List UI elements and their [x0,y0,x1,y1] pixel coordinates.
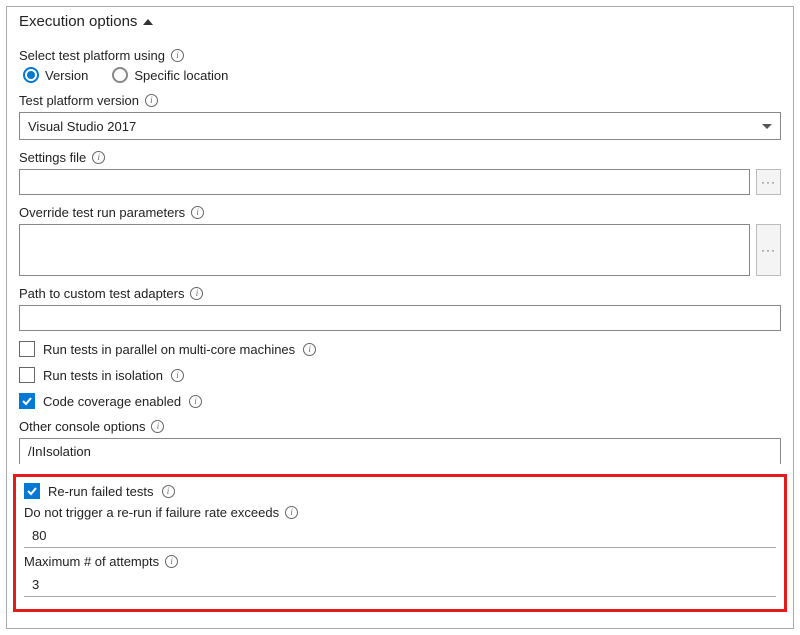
isolation-checkbox[interactable] [19,367,35,383]
radio-icon [23,67,39,83]
failure-rate-label: Do not trigger a re-run if failure rate … [24,505,279,520]
radio-icon [112,67,128,83]
platform-version-select[interactable]: Visual Studio 2017 [19,112,781,140]
rerun-label: Re-run failed tests [48,484,154,499]
failure-rate-label-row: Do not trigger a re-run if failure rate … [24,505,776,520]
section-header[interactable]: Execution options [19,13,781,38]
chevron-up-icon [143,19,153,25]
override-params-expand-button[interactable]: ··· [756,224,781,276]
settings-file-input[interactable] [19,169,750,195]
info-icon[interactable] [303,343,316,356]
section-title: Execution options [19,13,137,30]
override-params-label: Override test run parameters [19,205,185,220]
select-value: Visual Studio 2017 [28,119,136,134]
info-icon[interactable] [92,151,105,164]
info-icon[interactable] [191,206,204,219]
check-icon [26,485,38,497]
custom-adapters-label: Path to custom test adapters [19,286,184,301]
info-icon[interactable] [171,369,184,382]
info-icon[interactable] [165,555,178,568]
parallel-checkbox[interactable] [19,341,35,357]
code-coverage-row: Code coverage enabled [19,393,781,409]
override-params-input[interactable] [19,224,750,276]
isolation-row: Run tests in isolation [19,367,781,383]
override-params-label-row: Override test run parameters [19,205,781,220]
other-console-label: Other console options [19,419,145,434]
info-icon[interactable] [162,485,175,498]
max-attempts-label: Maximum # of attempts [24,554,159,569]
radio-label: Version [45,68,88,83]
code-coverage-checkbox[interactable] [19,393,35,409]
info-icon[interactable] [151,420,164,433]
custom-adapters-label-row: Path to custom test adapters [19,286,781,301]
platform-select-label: Select test platform using [19,48,165,63]
failure-rate-input[interactable]: 80 [24,524,776,548]
max-attempts-label-row: Maximum # of attempts [24,554,776,569]
platform-version-label-row: Test platform version [19,93,781,108]
radio-version[interactable]: Version [23,67,88,83]
custom-adapters-input[interactable] [19,305,781,331]
parallel-row: Run tests in parallel on multi-core mach… [19,341,781,357]
platform-radio-group: Version Specific location [23,67,781,83]
settings-file-label-row: Settings file [19,150,781,165]
chevron-down-icon [762,124,772,129]
info-icon[interactable] [190,287,203,300]
info-icon[interactable] [145,94,158,107]
settings-file-browse-button[interactable]: ··· [756,169,781,195]
max-attempts-input[interactable]: 3 [24,573,776,597]
other-console-label-row: Other console options [19,419,781,434]
rerun-highlight-box: Re-run failed tests Do not trigger a re-… [13,474,787,612]
execution-options-panel: Execution options Select test platform u… [6,6,794,629]
other-console-input[interactable]: /InIsolation [19,438,781,464]
parallel-label: Run tests in parallel on multi-core mach… [43,342,295,357]
platform-select-label-row: Select test platform using [19,48,781,63]
radio-specific-location[interactable]: Specific location [112,67,228,83]
isolation-label: Run tests in isolation [43,368,163,383]
radio-label: Specific location [134,68,228,83]
rerun-checkbox[interactable] [24,483,40,499]
info-icon[interactable] [285,506,298,519]
code-coverage-label: Code coverage enabled [43,394,181,409]
check-icon [21,395,33,407]
rerun-row: Re-run failed tests [24,483,776,499]
info-icon[interactable] [171,49,184,62]
settings-file-label: Settings file [19,150,86,165]
info-icon[interactable] [189,395,202,408]
platform-version-label: Test platform version [19,93,139,108]
